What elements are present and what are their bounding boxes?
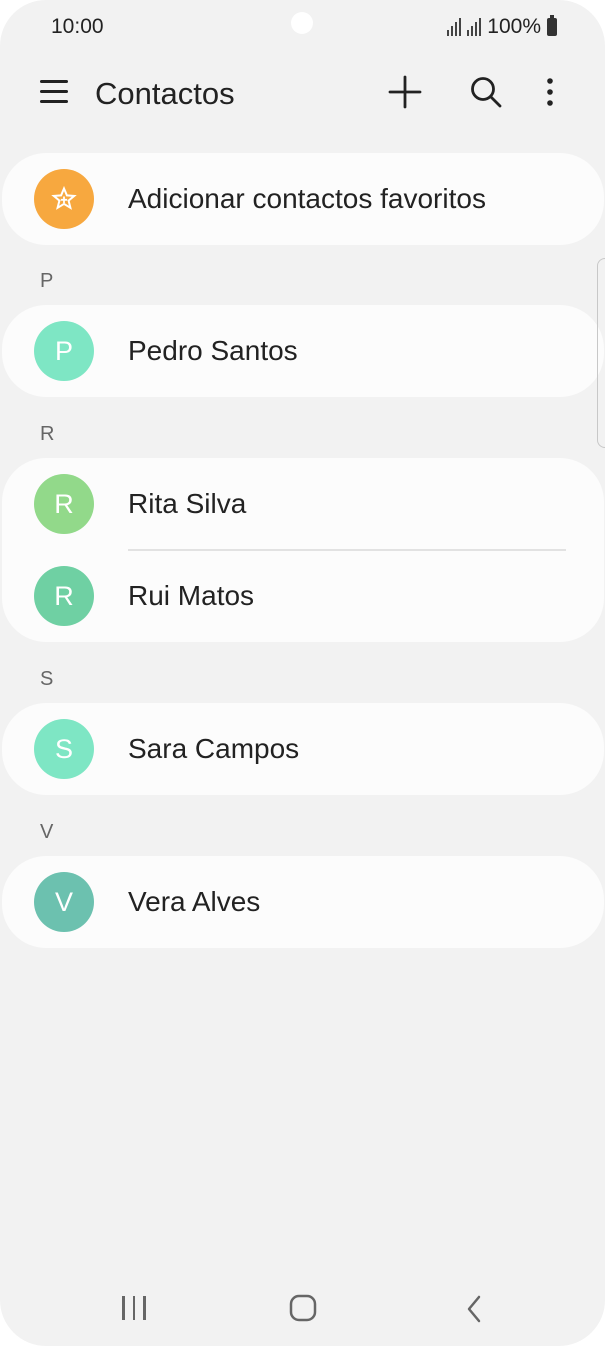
contact-avatar: R: [34, 474, 94, 534]
contact-row[interactable]: V Vera Alves: [2, 856, 604, 948]
contact-initial: V: [54, 886, 73, 917]
contact-initial: R: [54, 488, 74, 519]
contact-name: Vera Alves: [128, 886, 261, 917]
contact-name: Rui Matos: [128, 580, 255, 611]
section-letter: V: [40, 821, 54, 843]
contact-row[interactable]: S Sara Campos: [2, 703, 604, 795]
section-letter: R: [40, 423, 55, 445]
add-favorites-label: Adicionar contactos favoritos: [128, 183, 486, 214]
contact-initial: S: [54, 733, 73, 764]
menu-icon[interactable]: [40, 80, 68, 104]
favorites-card: Adicionar contactos favoritos: [2, 153, 604, 245]
signal-icon: [467, 18, 482, 36]
add-icon[interactable]: [387, 74, 423, 110]
contact-avatar: S: [34, 719, 94, 779]
contact-row[interactable]: R Rita Silva: [2, 458, 604, 551]
more-options-icon[interactable]: [538, 74, 562, 110]
page-title: Contactos: [95, 76, 235, 111]
contact-name: Rita Silva: [128, 488, 247, 519]
section-letter: S: [40, 668, 54, 690]
contact-avatar: V: [34, 872, 94, 932]
back-icon[interactable]: [462, 1294, 486, 1324]
section-letter: P: [40, 270, 54, 292]
phone-screen: 10:00 100% Contactos Adicionar contactos…: [0, 0, 605, 1346]
favorites-avatar: [34, 169, 94, 229]
battery-icon: [547, 15, 557, 36]
contact-row[interactable]: R Rui Matos: [2, 550, 604, 642]
status-time: 10:00: [51, 15, 104, 38]
contact-initial: P: [54, 335, 73, 366]
recent-apps-icon[interactable]: [122, 1296, 150, 1322]
status-icons: 100%: [447, 15, 557, 39]
star-icon: [51, 186, 77, 210]
contact-group: R Rita Silva R Rui Matos: [2, 458, 604, 642]
app-bar: Contactos: [0, 56, 605, 132]
front-camera: [291, 12, 313, 34]
contact-initial: R: [54, 580, 74, 611]
contact-group: S Sara Campos: [2, 703, 604, 795]
navigation-bar: [0, 1270, 605, 1346]
battery-percent: 100%: [487, 15, 541, 38]
contact-group: V Vera Alves: [2, 856, 604, 948]
fast-scroll-handle[interactable]: [597, 258, 605, 448]
contact-name: Pedro Santos: [128, 335, 298, 366]
contact-name: Sara Campos: [128, 733, 300, 764]
signal-icon: [447, 18, 462, 36]
home-icon[interactable]: [289, 1294, 317, 1322]
contact-group: P Pedro Santos: [2, 305, 604, 397]
add-favorites-row[interactable]: Adicionar contactos favoritos: [2, 153, 604, 245]
status-bar: 10:00 100%: [0, 0, 605, 56]
search-icon[interactable]: [468, 74, 504, 110]
contact-row[interactable]: P Pedro Santos: [2, 305, 604, 397]
contact-avatar: P: [34, 321, 94, 381]
contact-avatar: R: [34, 566, 94, 626]
